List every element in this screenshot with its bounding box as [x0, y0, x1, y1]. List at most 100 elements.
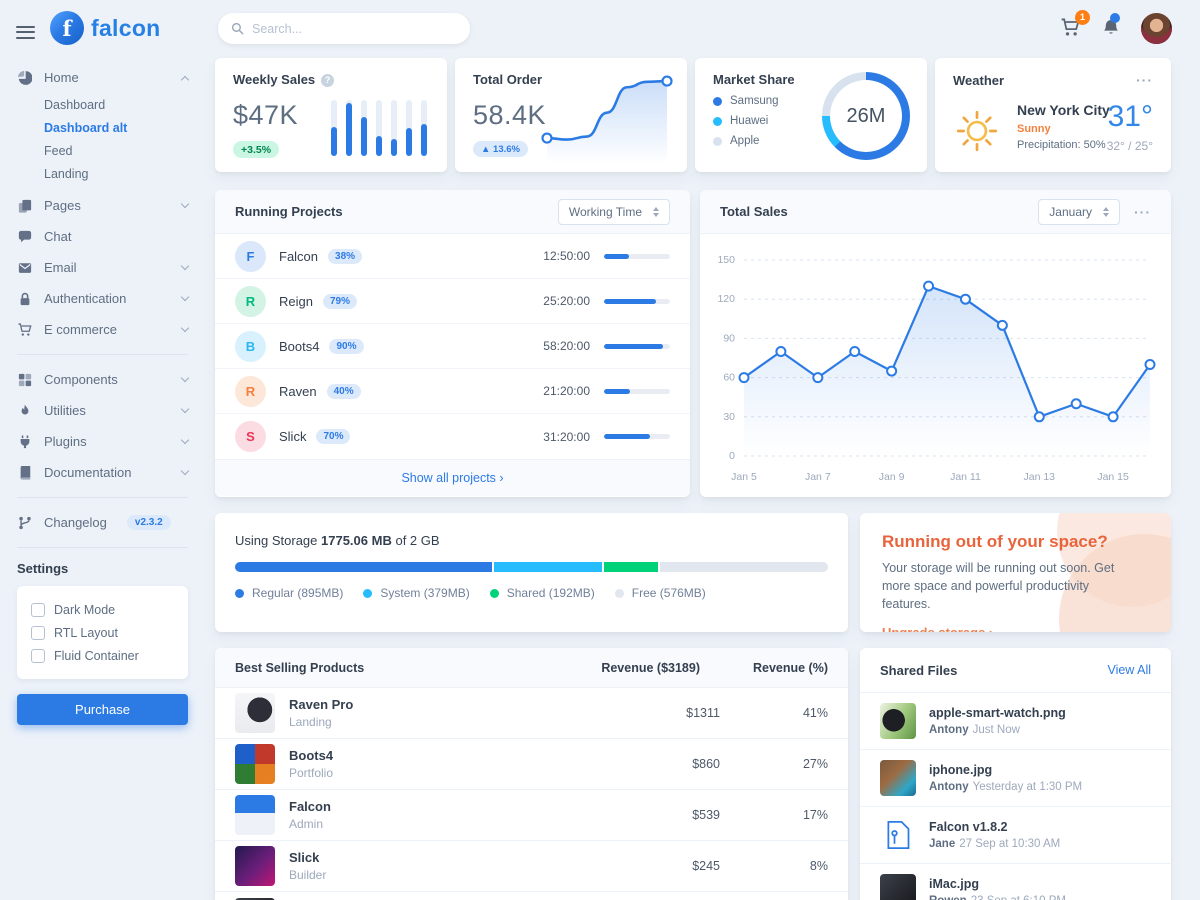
project-progress-bar	[604, 434, 670, 439]
checkbox-icon[interactable]	[31, 649, 45, 663]
sidebar-item-home[interactable]: Home	[17, 62, 188, 93]
product-category: Builder	[289, 868, 650, 882]
legend-dot	[713, 117, 722, 126]
shared-files-title: Shared Files	[880, 663, 957, 678]
rtl-layout-toggle[interactable]: RTL Layout	[31, 621, 174, 644]
more-menu-icon[interactable]: ···	[1134, 204, 1151, 220]
project-avatar: R	[235, 286, 266, 317]
sidebar-item-utilities[interactable]: Utilities	[17, 395, 188, 426]
project-name[interactable]: Slick	[279, 429, 306, 444]
sidebar-item-authentication[interactable]: Authentication	[17, 283, 188, 314]
svg-text:Jan 7: Jan 7	[805, 471, 831, 483]
project-name[interactable]: Reign	[279, 294, 313, 309]
envelope-icon	[17, 261, 33, 275]
svg-text:30: 30	[723, 411, 735, 423]
total-order-title: Total Order	[473, 72, 542, 87]
file-name[interactable]: apple-smart-watch.png	[929, 706, 1066, 720]
product-row-partial	[215, 892, 848, 900]
market-share-title: Market Share	[713, 72, 795, 87]
chevron-down-icon	[181, 405, 189, 413]
product-thumbnail	[235, 693, 275, 733]
product-name[interactable]: Slick	[289, 850, 650, 865]
sidebar-item-components[interactable]: Components	[17, 364, 188, 395]
svg-text:90: 90	[723, 332, 735, 344]
storage-seg-regular	[235, 562, 494, 572]
sidebar-item-changelog[interactable]: Changelog v2.3.2	[17, 507, 188, 538]
fire-icon	[17, 404, 33, 418]
product-revenue: $860	[650, 757, 720, 771]
file-author: Rowen	[929, 895, 967, 900]
storage-summary: Using Storage 1775.06 MB of 2 GB	[235, 533, 828, 548]
code-branch-icon	[17, 516, 33, 530]
brand-logo[interactable]: f falcon	[50, 11, 161, 45]
total-sales-line-chart: 0306090120150Jan 5Jan 7Jan 9Jan 11Jan 13…	[704, 240, 1166, 490]
legend-free: Free (576MB)	[615, 586, 706, 600]
legend-dot	[615, 589, 624, 598]
total-sales-card: Total Sales January ··· 0306090120150Jan…	[700, 190, 1171, 497]
more-menu-icon[interactable]: ···	[1136, 72, 1153, 88]
purchase-button[interactable]: Purchase	[17, 694, 188, 725]
show-all-projects-link[interactable]: Show all projects ›	[215, 459, 690, 496]
file-name[interactable]: iphone.jpg	[929, 763, 1082, 777]
product-name[interactable]: Boots4	[289, 748, 650, 763]
project-name[interactable]: Raven	[279, 384, 317, 399]
falcon-logo-icon: f	[50, 11, 84, 45]
product-name[interactable]: Falcon	[289, 799, 650, 814]
chevron-down-icon	[181, 374, 189, 382]
select-arrows-icon	[1103, 207, 1109, 217]
project-name[interactable]: Boots4	[279, 339, 319, 354]
shared-files-card: Shared Files View All apple-smart-watch.…	[860, 648, 1171, 900]
file-time: Just Now	[973, 724, 1020, 736]
legend-shared: Shared (192MB)	[490, 586, 595, 600]
cart-button[interactable]: 1	[1060, 18, 1081, 40]
legend-system: System (379MB)	[363, 586, 469, 600]
sidebar-item-dashboard-alt[interactable]: Dashboard alt	[17, 116, 188, 139]
total-order-curve-chart	[537, 69, 677, 164]
weather-condition: Sunny	[1017, 123, 1110, 135]
project-progress-bar	[604, 254, 670, 259]
sidebar-item-dashboard[interactable]: Dashboard	[17, 93, 188, 116]
sidebar-item-documentation[interactable]: Documentation	[17, 457, 188, 488]
search-input[interactable]	[252, 22, 457, 36]
file-name[interactable]: iMac.jpg	[929, 877, 1066, 891]
upgrade-storage-link[interactable]: Upgrade storage ›	[882, 625, 993, 632]
sidebar-item-plugins[interactable]: Plugins	[17, 426, 188, 457]
chevron-down-icon	[181, 467, 189, 475]
file-author: Antony	[929, 781, 969, 793]
total-order-badge: ▲ 13.6%	[473, 141, 528, 157]
fluid-container-toggle[interactable]: Fluid Container	[31, 644, 174, 667]
copy-icon	[17, 199, 33, 213]
checkbox-icon[interactable]	[31, 603, 45, 617]
working-time-select[interactable]: Working Time	[558, 199, 670, 225]
svg-text:Jan 5: Jan 5	[731, 471, 757, 483]
sidebar-item-pages[interactable]: Pages	[17, 190, 188, 221]
sidebar-item-feed[interactable]: Feed	[17, 139, 188, 162]
month-select[interactable]: January	[1038, 199, 1120, 225]
menu-toggle-icon[interactable]	[16, 22, 35, 42]
puzzle-icon	[17, 373, 33, 387]
svg-text:150: 150	[717, 254, 735, 266]
market-share-total: 26M	[822, 72, 910, 160]
lock-icon	[17, 292, 33, 306]
sidebar-item-landing[interactable]: Landing	[17, 162, 188, 185]
product-name[interactable]: Raven Pro	[289, 697, 650, 712]
search-bar[interactable]	[218, 13, 470, 44]
sidebar-item-chat[interactable]: Chat	[17, 221, 188, 252]
help-icon[interactable]: ?	[321, 74, 334, 87]
project-time: 25:20:00	[543, 294, 590, 308]
product-pct: 27%	[780, 757, 828, 771]
upgrade-space-card: Running out of your space? Your storage …	[860, 513, 1171, 632]
chevron-down-icon	[181, 200, 189, 208]
project-name[interactable]: Falcon	[279, 249, 318, 264]
dark-mode-toggle[interactable]: Dark Mode	[31, 598, 174, 621]
total-order-card: Total Order 58.4K ▲ 13.6%	[455, 58, 687, 172]
view-all-link[interactable]: View All	[1107, 663, 1151, 677]
file-name[interactable]: Falcon v1.8.2	[929, 820, 1060, 834]
project-time: 31:20:00	[543, 430, 590, 444]
sidebar-item-email[interactable]: Email	[17, 252, 188, 283]
notifications-button[interactable]	[1102, 18, 1120, 40]
select-arrows-icon	[653, 207, 659, 217]
user-avatar[interactable]	[1141, 13, 1172, 44]
checkbox-icon[interactable]	[31, 626, 45, 640]
sidebar-item-ecommerce[interactable]: E commerce	[17, 314, 188, 345]
